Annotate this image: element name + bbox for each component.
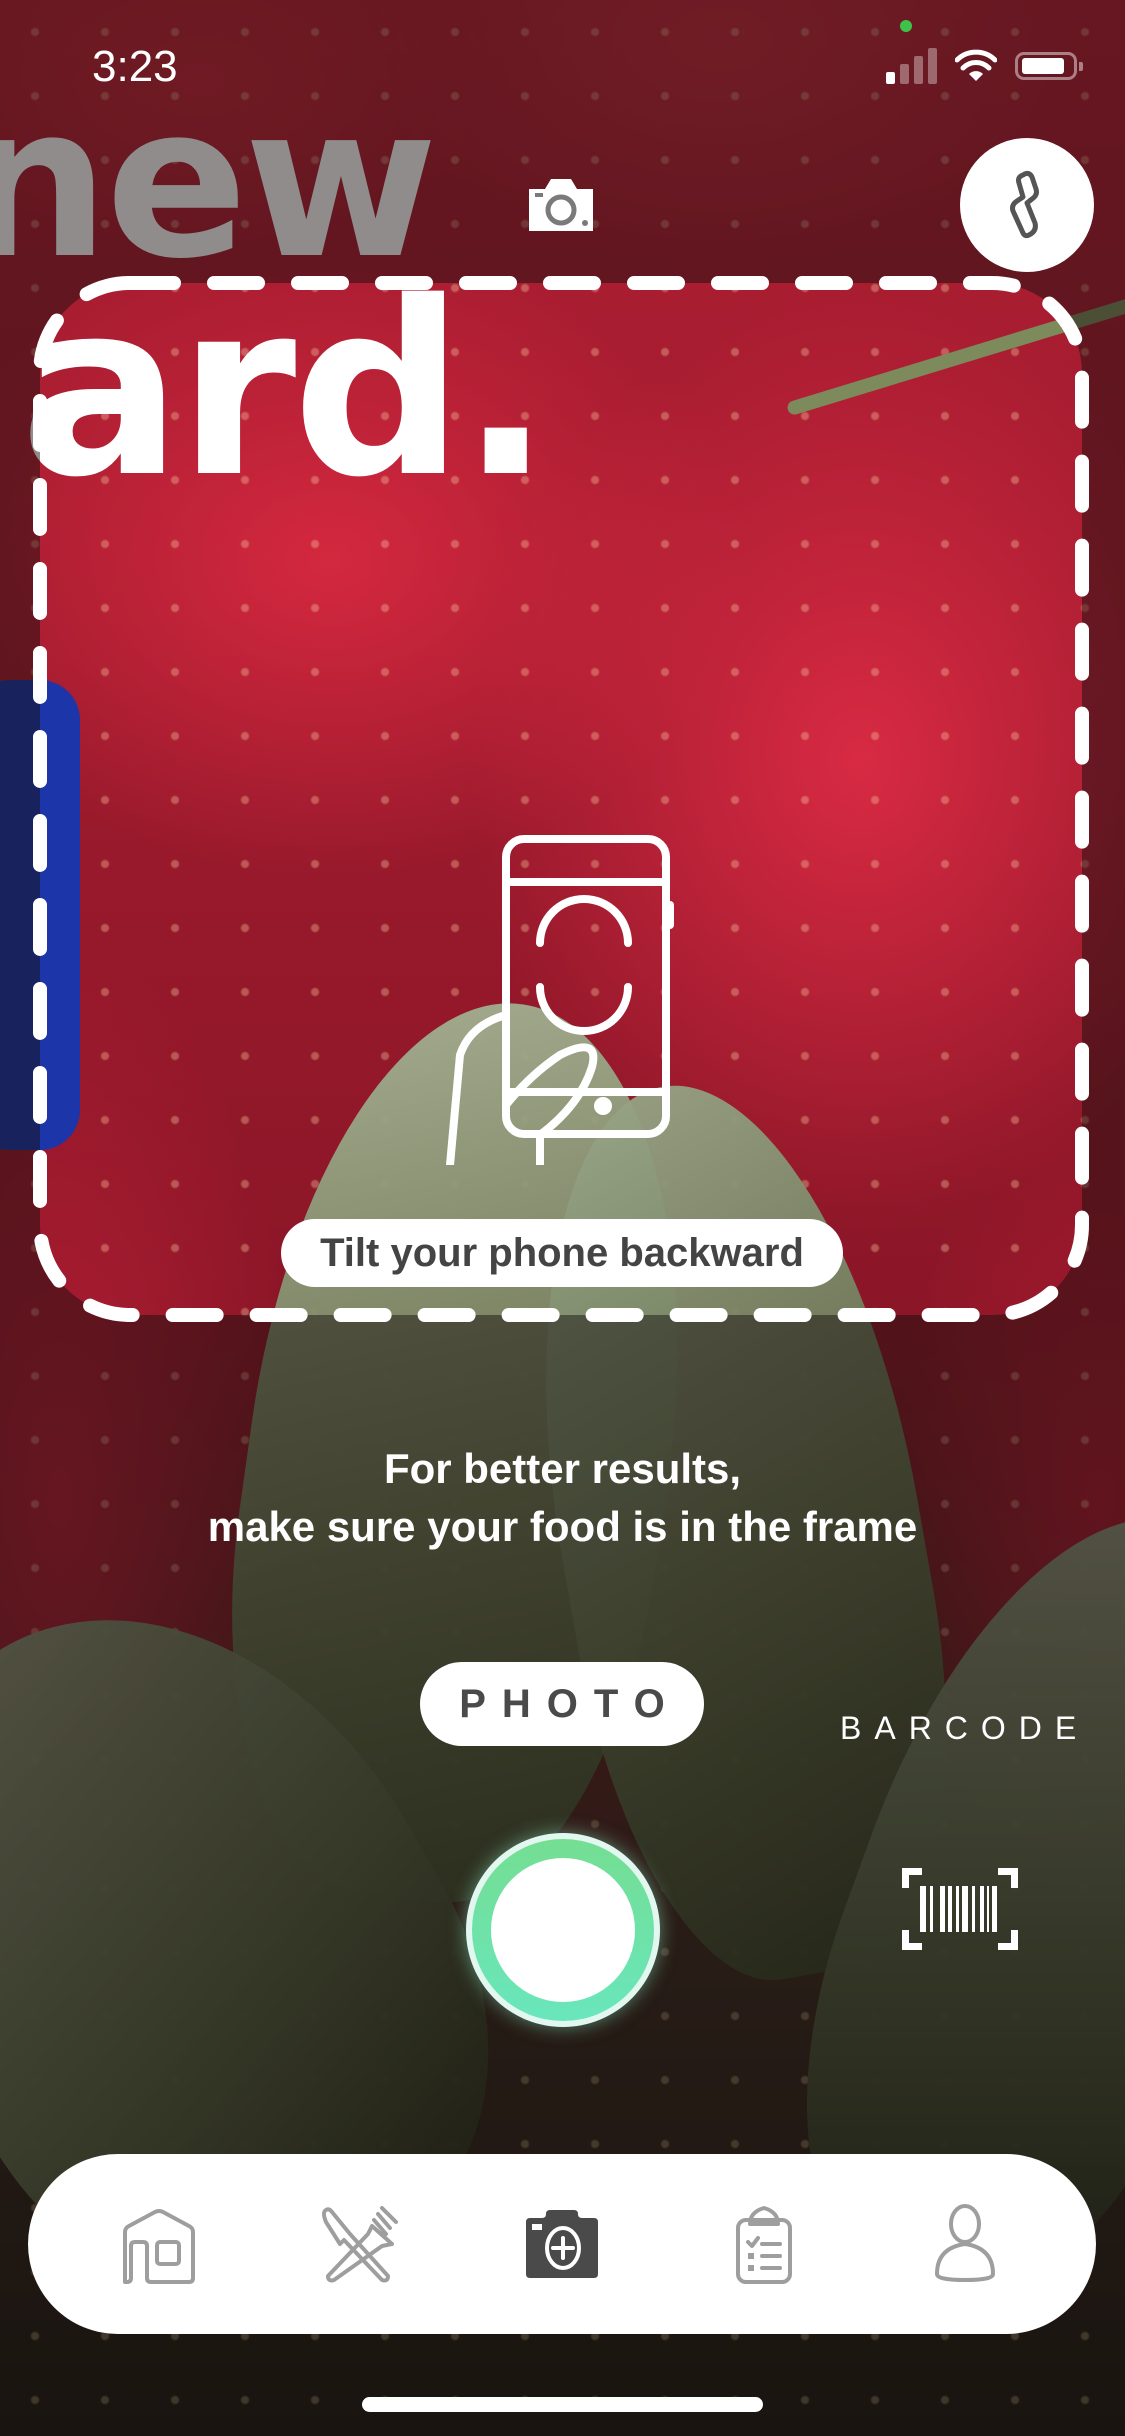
framing-hint: For better results, make sure your food … [0,1440,1125,1556]
home-icon [122,2209,195,2284]
camera-icon [529,179,593,231]
tab-plan[interactable] [709,2189,819,2299]
camera-viewfinder[interactable]: new ard. [0,0,1125,2436]
shutter-ring [472,1839,654,2021]
mode-barcode-tab[interactable]: BARCODE [840,1710,1089,1747]
flash-toggle-button[interactable] [960,138,1094,272]
status-icons [886,48,1083,84]
tab-meals[interactable] [305,2189,415,2299]
person-icon [935,2204,996,2283]
shutter-core [491,1858,635,2002]
viewfinder-blue-label [0,680,80,1150]
camera-plus-icon [525,2210,598,2278]
tab-camera[interactable] [507,2189,617,2299]
bottom-tab-bar [28,2154,1096,2334]
tab-home[interactable] [104,2189,214,2299]
privacy-indicator-dot [900,20,912,32]
viewfinder-package-print: ard. [20,250,551,530]
fork-knife-icon [322,2206,399,2283]
status-time: 3:23 [92,42,178,91]
home-indicator[interactable] [362,2397,763,2412]
battery-icon [1015,52,1083,80]
clipboard-list-icon [735,2206,792,2284]
flash-icon [1010,170,1039,239]
shutter-button[interactable] [466,1833,660,2027]
mode-photo-tab[interactable]: PHOTO [420,1662,704,1746]
barcode-scan-icon[interactable] [902,1868,1018,1950]
cellular-signal-icon [886,48,937,84]
framing-hint-line-1: For better results, [383,1445,742,1492]
framing-hint-line-2: make sure your food is in the frame [207,1503,918,1550]
tab-profile[interactable] [910,2189,1020,2299]
tilt-instruction-badge: Tilt your phone backward [281,1219,843,1287]
hand-holding-phone-icon [446,835,674,1165]
wifi-icon [955,49,997,81]
